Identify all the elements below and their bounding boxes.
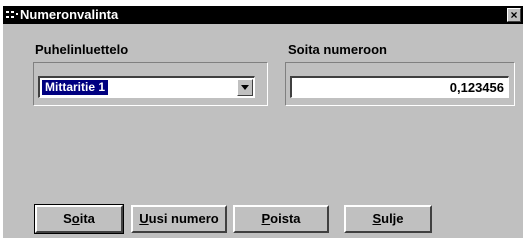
- new-number-button-mnemonic: U: [139, 211, 149, 226]
- close-button-mnemonic: S: [372, 211, 382, 226]
- close-window-button[interactable]: ×: [507, 8, 521, 22]
- chevron-down-icon: [241, 85, 249, 90]
- remove-button[interactable]: Poista: [233, 205, 329, 233]
- close-button[interactable]: Sulje: [344, 205, 432, 233]
- new-number-button-label-post: usi numero: [148, 211, 219, 226]
- window-title: Numeronvalinta: [20, 7, 119, 22]
- call-button-mnemonic: o: [71, 211, 80, 226]
- call-button[interactable]: Soita: [34, 204, 124, 234]
- remove-button-label-post: oista: [270, 211, 301, 226]
- title-bar[interactable]: Numeronvalinta ×: [3, 6, 523, 24]
- phone-number-input[interactable]: [290, 76, 509, 98]
- call-button-label-pre: S: [63, 211, 72, 226]
- close-button-label-post: ulje: [381, 211, 404, 226]
- dialog-window: Numeronvalinta × Puhelinluettelo Soita n…: [3, 6, 523, 238]
- phonebook-dropdown[interactable]: Mittaritie 1: [38, 76, 255, 98]
- close-icon: ×: [510, 8, 518, 22]
- remove-button-mnemonic: P: [261, 211, 271, 226]
- phonebook-selected-value: Mittaritie 1: [42, 80, 109, 95]
- phonebook-label: Puhelinluettelo: [35, 42, 129, 57]
- call-button-label-post: ita: [79, 211, 95, 226]
- phone-dial-icon: [6, 11, 18, 18]
- new-number-button[interactable]: Uusi numero: [131, 205, 227, 233]
- call-number-label: Soita numeroon: [288, 42, 387, 57]
- dropdown-arrow-button[interactable]: [237, 79, 253, 96]
